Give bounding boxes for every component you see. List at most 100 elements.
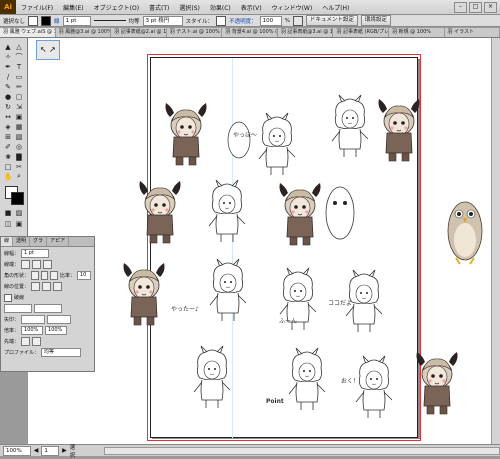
menu-view[interactable]: 表示(V) — [236, 3, 267, 12]
start-scale-input[interactable]: 100% — [21, 326, 43, 335]
menu-select[interactable]: 選択(S) — [174, 3, 205, 12]
gradient-tool-icon[interactable]: ▧ — [14, 132, 24, 141]
width-tool-icon[interactable]: ↔ — [3, 112, 13, 121]
width-profile-select[interactable]: 均等 — [41, 348, 81, 357]
round-cap-button[interactable] — [32, 260, 41, 269]
hand-tool-icon[interactable]: ✋ — [3, 172, 13, 181]
align-inside-button[interactable] — [42, 282, 51, 291]
align-center-button[interactable] — [31, 282, 40, 291]
arrow-tip-beyond-button[interactable] — [21, 337, 30, 346]
pencil-icon[interactable]: ✏ — [14, 82, 24, 91]
recolor-artwork-icon[interactable] — [293, 16, 303, 26]
symbol-sprayer-icon[interactable]: ❀ — [3, 152, 13, 161]
close-button[interactable]: × — [484, 2, 497, 13]
prev-artboard-icon[interactable]: ◀ — [34, 447, 39, 454]
stroke-swatch[interactable] — [41, 16, 51, 26]
zoom-tool-icon[interactable]: ⌕ — [14, 172, 24, 181]
document-tab[interactable]: 羽 背景4.ai @ 100% (CMYK/プレビュー) — [222, 28, 278, 37]
menu-type[interactable]: 書式(T) — [144, 3, 174, 12]
slice-tool-icon[interactable]: ✂ — [14, 162, 24, 171]
butt-cap-button[interactable] — [21, 260, 30, 269]
eyedropper-icon[interactable]: ✐ — [3, 142, 13, 151]
menu-window[interactable]: ウィンドウ(W) — [267, 3, 318, 12]
draw-normal-icon[interactable]: ◫ — [3, 219, 13, 228]
eraser-icon[interactable]: ▢ — [14, 92, 24, 101]
next-artboard-icon[interactable]: ▶ — [62, 447, 67, 454]
screen-mode-icon[interactable]: ▣ — [14, 219, 24, 228]
blend-tool-icon[interactable]: ◎ — [14, 142, 24, 151]
stroke-link-label[interactable]: 線 — [54, 17, 60, 25]
menu-object[interactable]: オブジェクト(O) — [89, 3, 144, 12]
scale-icon[interactable]: ⇲ — [14, 102, 24, 111]
end-arrowhead-select[interactable] — [47, 315, 71, 324]
stroke-weight-field[interactable]: 1 pt — [63, 16, 91, 26]
magic-wand-icon[interactable]: ✧ — [3, 52, 13, 61]
menu-help[interactable]: ヘルプ(H) — [317, 3, 354, 12]
opacity-label[interactable]: 不透明度： — [229, 17, 257, 25]
panel-tab-stroke[interactable]: 線 — [1, 237, 13, 246]
dash-value-field[interactable] — [4, 304, 32, 313]
paintbrush-icon[interactable]: ✎ — [3, 82, 13, 91]
color-mode-icon[interactable]: ■ — [3, 208, 13, 217]
miter-join-button[interactable] — [31, 271, 39, 280]
pen-tool-icon[interactable]: ✒ — [3, 62, 13, 71]
stroke-color-box[interactable] — [11, 192, 24, 205]
free-transform-icon[interactable]: ▣ — [14, 112, 24, 121]
lasso-icon[interactable]: ⌒ — [14, 52, 24, 61]
vertical-scrollbar[interactable] — [491, 38, 500, 444]
opacity-field[interactable]: 100 — [260, 16, 282, 26]
end-scale-input[interactable]: 100% — [45, 326, 67, 335]
square-cap-button[interactable] — [43, 260, 52, 269]
maximize-button[interactable]: □ — [469, 2, 482, 13]
rotate-icon[interactable]: ↻ — [3, 102, 13, 111]
miter-limit-input[interactable]: 10 — [77, 271, 91, 280]
zoom-level-field[interactable]: 100% — [3, 446, 31, 456]
horizontal-scrollbar[interactable] — [104, 447, 500, 455]
bevel-join-button[interactable] — [50, 271, 58, 280]
document-tab[interactable]: 羽 記事表紙@3.ai @ 100% (RGB/プレビュー) — [278, 28, 334, 37]
document-tab[interactable]: 羽 記事表紙 (RGB/プレビュー) — [333, 28, 389, 37]
menu-effect[interactable]: 効果(C) — [205, 3, 236, 12]
align-outside-button[interactable] — [53, 282, 62, 291]
round-join-button[interactable] — [41, 271, 49, 280]
arrow-tip-end-button[interactable] — [32, 337, 41, 346]
document-tab[interactable]: 羽 風雅@3.ai @ 100% (CMYK/プレビュー) — [56, 28, 112, 37]
brush-definition-field[interactable]: 3 pt 楕円 — [143, 16, 183, 26]
panel-tab-transparency[interactable]: 透明 — [13, 237, 30, 246]
pointer-icon[interactable]: ↖ — [40, 45, 47, 54]
document-setup-button[interactable]: ドキュメント設定 — [306, 15, 358, 26]
direct-selection-tool-icon[interactable]: △ — [14, 42, 24, 51]
variable-width-profile-preview[interactable] — [94, 20, 126, 21]
minimize-button[interactable]: – — [454, 2, 467, 13]
preferences-button[interactable]: 環境設定 — [361, 15, 391, 26]
group-select-icon[interactable]: ↗ — [49, 45, 56, 54]
menu-edit[interactable]: 編集(E) — [58, 3, 88, 12]
document-tab[interactable]: 羽 記事表紙@2.ai @ 100% (RGB/プレビュー) — [111, 28, 167, 37]
artboard-tool-icon[interactable]: □ — [3, 162, 13, 171]
blob-brush-icon[interactable]: ● — [3, 92, 13, 101]
gradient-mode-icon[interactable]: ▨ — [14, 208, 24, 217]
document-tab[interactable]: 羽 テスト.ai @ 100% (CMYK/プレビュー) — [167, 28, 223, 37]
stroke-weight-input[interactable]: 1 pt — [21, 249, 49, 258]
selection-tool-flyout[interactable]: ↖ ↗ — [36, 40, 60, 60]
line-tool-icon[interactable]: ∕ — [3, 72, 13, 81]
document-tab[interactable]: 羽 イラスト — [445, 28, 500, 37]
rectangle-tool-icon[interactable]: ▭ — [14, 72, 24, 81]
selection-tool-icon[interactable]: ▲ — [3, 42, 13, 51]
mesh-tool-icon[interactable]: ⊞ — [3, 132, 13, 141]
type-tool-icon[interactable]: T — [14, 62, 24, 71]
artboard-number-field[interactable]: 1 — [41, 446, 59, 456]
perspective-grid-icon[interactable]: ▦ — [14, 122, 24, 131]
graph-tool-icon[interactable]: ▇ — [14, 152, 24, 161]
document-tab[interactable]: 羽 風雅 ウェブ.aiS @ 100% (CMYK/プレビュー) — [0, 28, 56, 37]
menu-file[interactable]: ファイル(F) — [16, 3, 58, 12]
shape-builder-icon[interactable]: ◈ — [3, 122, 13, 131]
panel-tab-appearance[interactable]: アピア — [47, 237, 69, 246]
graphic-style-swatch[interactable] — [216, 16, 226, 26]
start-arrowhead-select[interactable] — [21, 315, 45, 324]
document-tab[interactable]: 羽 新規 @ 100% — [389, 28, 445, 37]
panel-tab-gradient[interactable]: グラ — [30, 237, 47, 246]
profile-label[interactable]: 均等 — [129, 17, 140, 25]
fill-swatch[interactable] — [28, 16, 38, 26]
gap-value-field[interactable] — [34, 304, 62, 313]
